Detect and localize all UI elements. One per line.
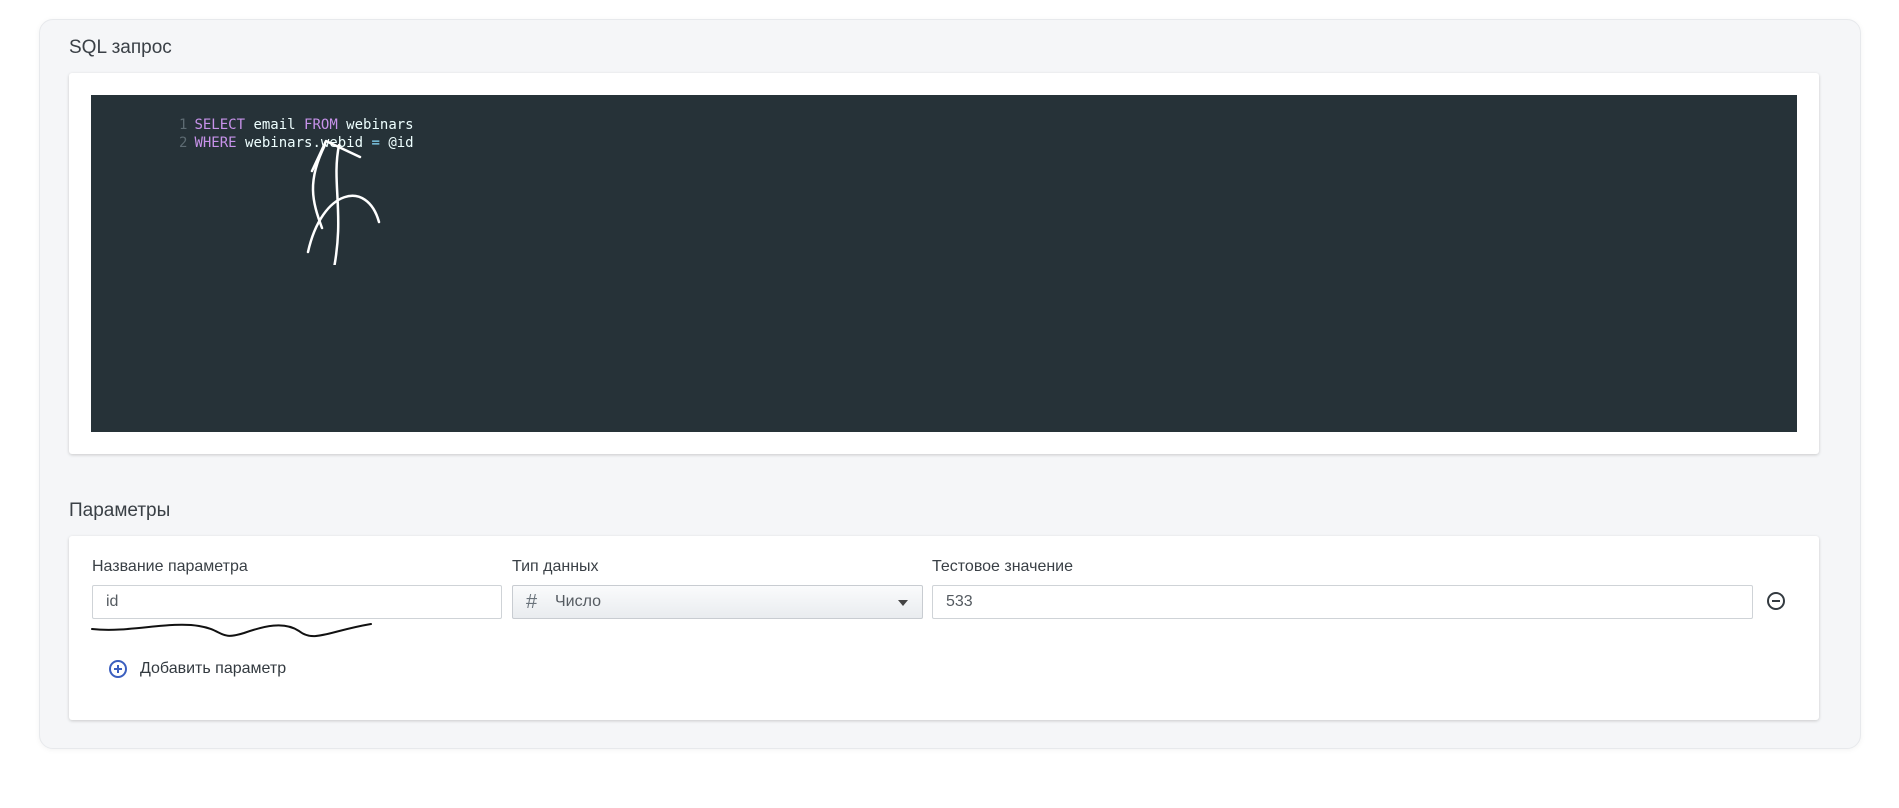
param-type-value: Число — [555, 593, 602, 610]
params-card: Название параметра Тип данных Тестовое з… — [69, 536, 1819, 720]
sql-editor-card: 1 SELECT email FROM webinars 2 WHERE webin… — [69, 73, 1819, 454]
param-type-label: Тип данных — [512, 558, 599, 575]
param-test-value-input[interactable]: 533 — [932, 585, 1753, 619]
hand-drawn-arrow-annotation — [306, 139, 381, 265]
sql-section-title: SQL запрос — [69, 37, 172, 58]
hand-drawn-underline-annotation — [91, 623, 372, 638]
param-name-label: Название параметра — [92, 558, 248, 575]
remove-parameter-icon[interactable] — [1767, 592, 1785, 610]
add-parameter-button[interactable]: Добавить параметр — [109, 657, 286, 681]
param-type-select[interactable]: # Число — [512, 585, 923, 619]
query-panel: SQL запрос 1 SELECT email FROM webinars 2… — [39, 19, 1861, 749]
params-section-title: Параметры — [69, 500, 171, 521]
add-parameter-label: Добавить параметр — [140, 660, 287, 677]
hash-icon: # — [526, 591, 538, 613]
chevron-down-icon — [898, 600, 908, 606]
plus-circle-icon — [109, 660, 127, 678]
param-name-input[interactable]: id — [92, 585, 502, 619]
sql-code-editor[interactable]: 1 SELECT email FROM webinars 2 WHERE webin… — [91, 95, 1797, 432]
param-test-value-label: Тестовое значение — [932, 558, 1074, 575]
